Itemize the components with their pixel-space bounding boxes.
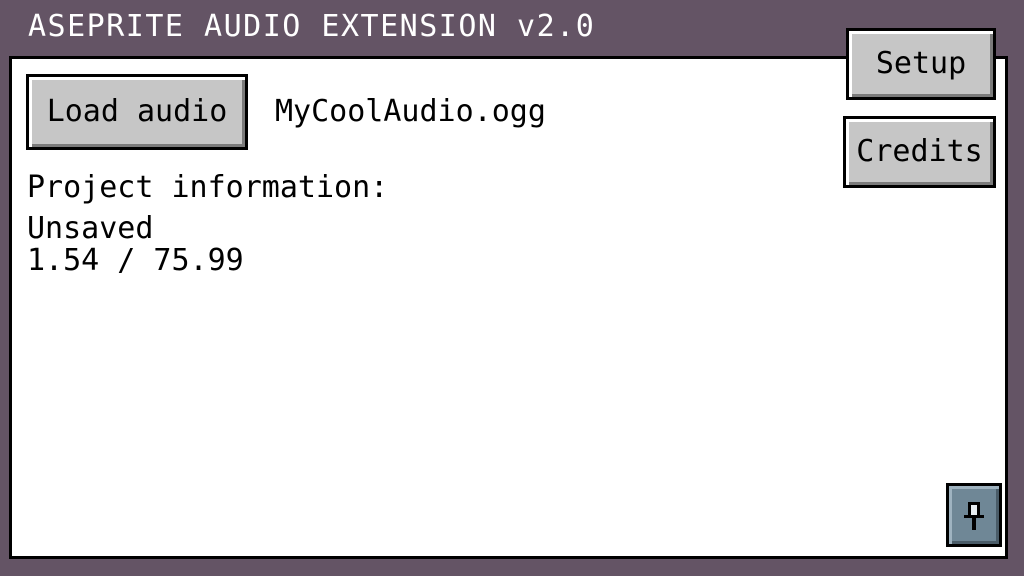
audio-filename: MyCoolAudio.ogg: [275, 94, 546, 129]
pin-button[interactable]: [946, 483, 1002, 547]
project-status: Unsaved: [27, 211, 154, 246]
load-audio-label: Load audio: [46, 94, 228, 129]
credits-button[interactable]: Credits: [843, 116, 996, 188]
setup-label: Setup: [875, 46, 967, 81]
window-title: ASEPRITE AUDIO EXTENSION v2.0: [28, 9, 596, 44]
project-info-heading: Project information:: [27, 170, 389, 205]
pin-icon: [964, 502, 984, 530]
extension-window: ASEPRITE AUDIO EXTENSION v2.0 Load audio…: [0, 0, 1024, 576]
credits-label: Credits: [856, 134, 983, 169]
load-audio-button[interactable]: Load audio: [26, 74, 248, 150]
setup-button[interactable]: Setup: [846, 28, 996, 100]
playback-time: 1.54 / 75.99: [27, 243, 244, 278]
